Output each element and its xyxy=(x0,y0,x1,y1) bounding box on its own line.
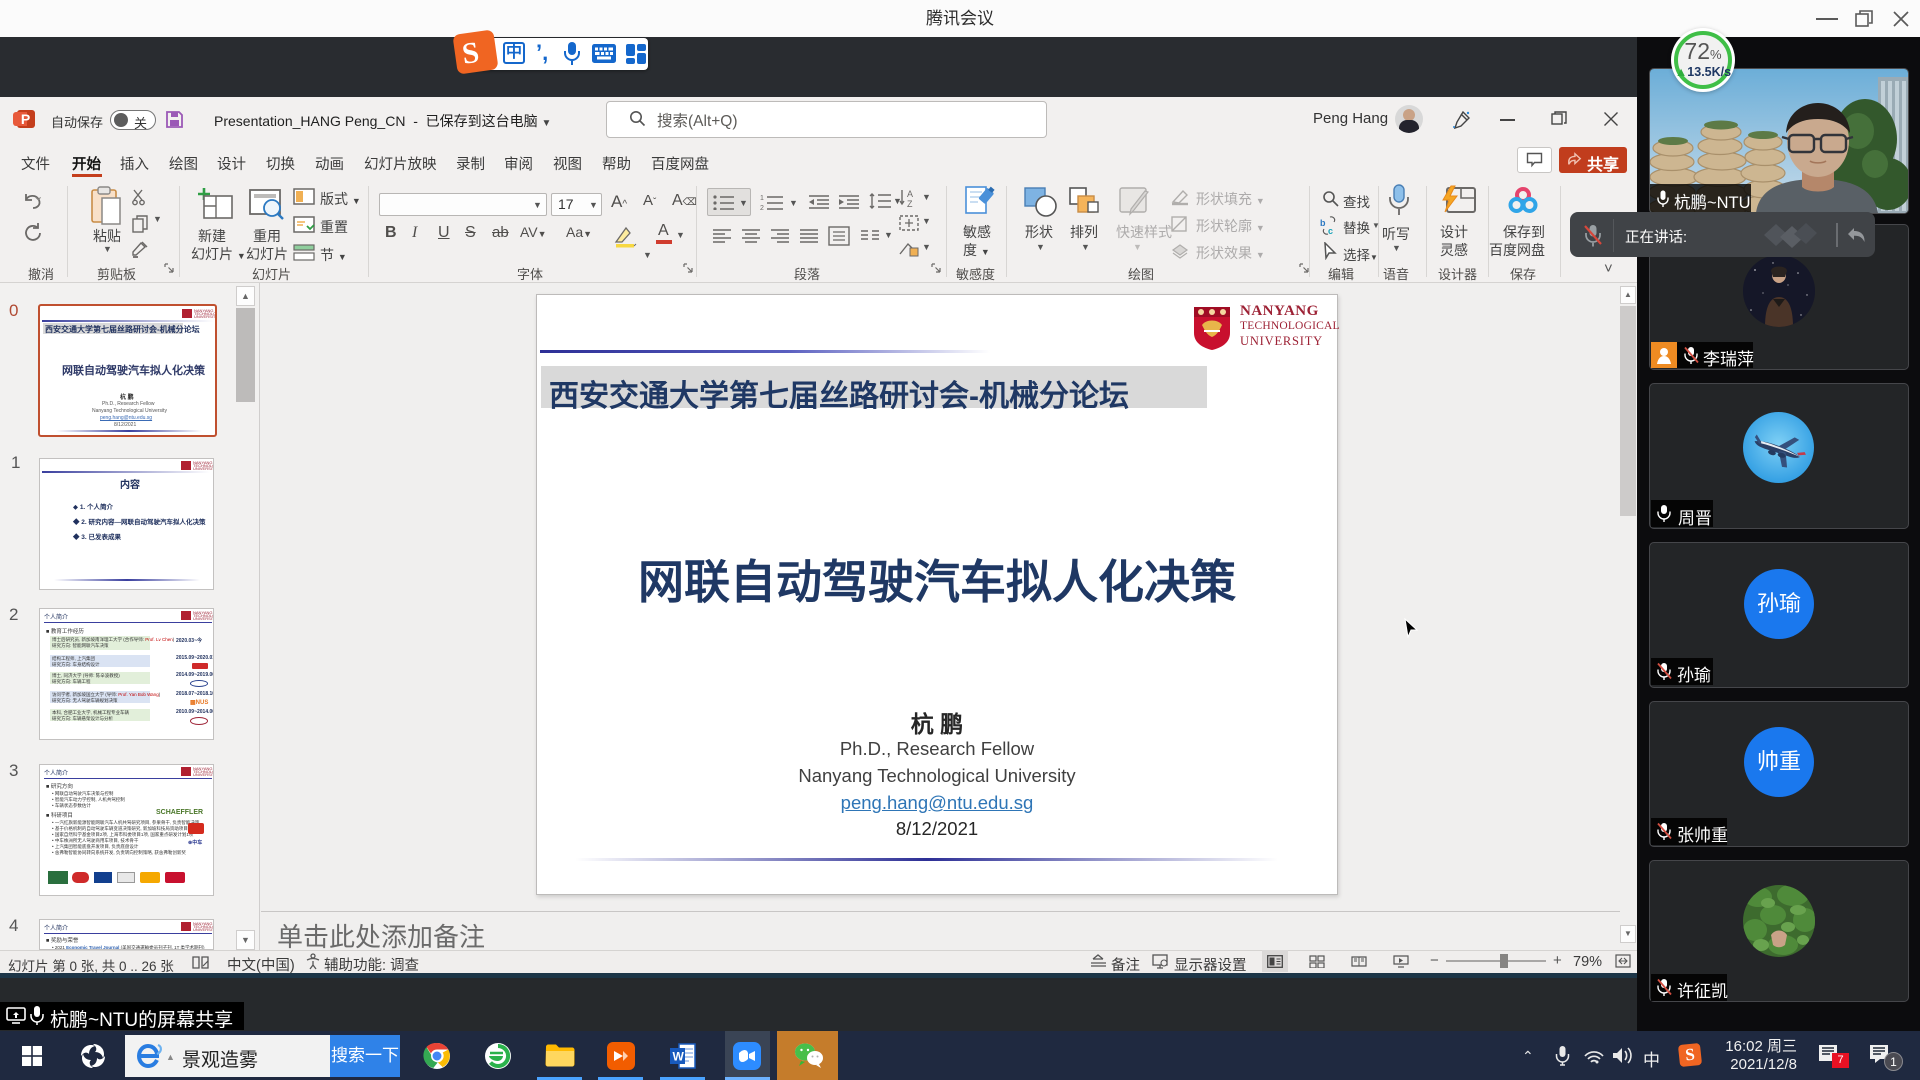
svg-text:Z: Z xyxy=(907,199,913,208)
svg-text:2: 2 xyxy=(760,205,764,210)
svg-text:1: 1 xyxy=(760,195,764,202)
svg-text:b: b xyxy=(1320,218,1326,228)
svg-text:A: A xyxy=(907,189,913,199)
svg-text:c: c xyxy=(1328,226,1333,236)
svg-text:W: W xyxy=(673,1050,685,1064)
